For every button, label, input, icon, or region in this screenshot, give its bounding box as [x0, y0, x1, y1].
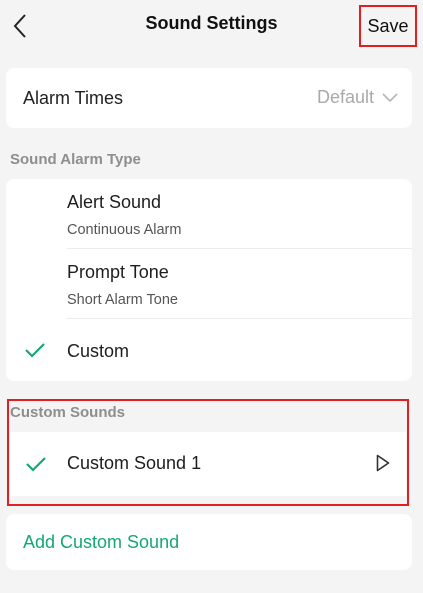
- checkmark-icon: [25, 343, 45, 358]
- alarm-times-dropdown[interactable]: Default: [317, 87, 398, 108]
- option-title: Alert Sound: [67, 192, 162, 212]
- option-prompt-tone[interactable]: Prompt Tone Short Alarm Tone: [6, 249, 412, 319]
- sound-settings-screen: Sound Settings Save Alarm Times Default …: [0, 0, 423, 593]
- alarm-times-row[interactable]: Alarm Times Default: [6, 68, 412, 128]
- sound-alarm-type-heading: Sound Alarm Type: [10, 151, 141, 168]
- custom-sound-item[interactable]: Custom Sound 1: [10, 432, 406, 496]
- chevron-down-icon: [382, 92, 398, 102]
- custom-sounds-heading: Custom Sounds: [10, 404, 125, 421]
- option-alert-sound[interactable]: Alert Sound Continuous Alarm: [6, 179, 412, 249]
- option-subtitle: Short Alarm Tone: [67, 292, 178, 308]
- save-button[interactable]: Save: [359, 5, 417, 47]
- alarm-times-label: Alarm Times: [23, 88, 124, 108]
- add-custom-sound-button[interactable]: Add Custom Sound: [6, 514, 412, 570]
- header-bar: Sound Settings Save: [0, 0, 423, 52]
- sound-alarm-type-list: Alert Sound Continuous Alarm Prompt Tone…: [6, 179, 412, 381]
- checkmark-icon: [26, 457, 46, 472]
- option-title: Prompt Tone: [67, 262, 169, 282]
- option-custom[interactable]: Custom: [6, 319, 412, 381]
- play-icon[interactable]: [376, 454, 390, 472]
- option-subtitle: Continuous Alarm: [67, 222, 182, 238]
- custom-sound-title: Custom Sound 1: [67, 453, 202, 473]
- alarm-times-value: Default: [316, 87, 374, 107]
- option-title: Custom: [67, 341, 130, 361]
- add-custom-sound-label: Add Custom Sound: [23, 532, 180, 552]
